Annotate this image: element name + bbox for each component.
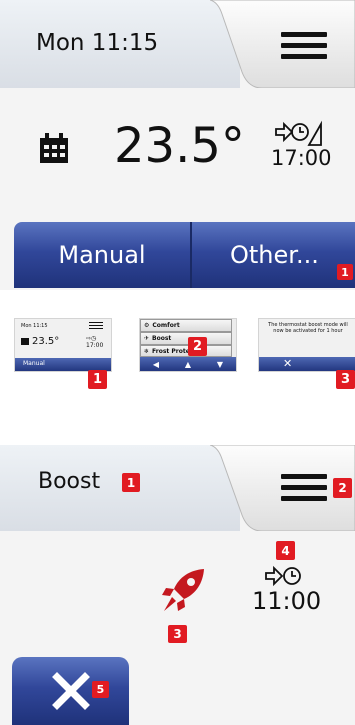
thumb-boost-label: Boost [152, 335, 172, 342]
thumb-left-arrow-icon: ◀ [152, 359, 160, 369]
thumb-cancel-icon: ✕ [283, 357, 293, 370]
rocket-icon [162, 569, 204, 611]
next-schedule-icon [275, 120, 322, 146]
time-badge: 4 [276, 541, 295, 560]
boost-title-badge: 1 [122, 473, 140, 492]
thumb-badge-2: 2 [188, 337, 207, 356]
thumb-datetime: Mon 11:15 [21, 323, 48, 329]
cancel-badge: 5 [92, 681, 109, 698]
thumb-boost-icon: ✈ [144, 335, 150, 342]
thumb-manual-label: Manual [23, 360, 45, 367]
manual-button[interactable]: Manual [14, 222, 190, 288]
current-temperature: 23.5° [114, 118, 245, 174]
step-badge: 1 [337, 264, 353, 280]
boost-screen: Boost 1 2 3 4 11:00 5 [0, 445, 355, 725]
boost-header-bar [0, 445, 240, 531]
thumb-confirm-bar [259, 357, 355, 371]
close-icon [51, 672, 90, 710]
thumb-nav-bar: ◀ ▲ ▼ [140, 357, 236, 371]
menu-icon[interactable] [281, 32, 327, 65]
calendar-icon [40, 133, 68, 163]
thumb-menu-item-boost: ✈ Boost [140, 332, 232, 345]
thumb-up-arrow-icon: ▲ [184, 359, 192, 369]
menu-badge: 2 [333, 478, 352, 498]
thumb-schedule-icon: ⇨◷ 17:00 [86, 335, 104, 349]
other-button[interactable]: Other... [192, 222, 355, 288]
rocket-badge: 3 [168, 625, 187, 643]
thumb-badge-3: 3 [336, 370, 355, 389]
thumb-comfort-icon: ⚙ [144, 322, 150, 329]
boost-end-time-icon [265, 565, 301, 587]
thumbnail-boost-confirm: The thermostat boost mode will now be ac… [258, 318, 355, 372]
boost-title: Boost [38, 469, 101, 494]
date-time-label: Mon 11:15 [36, 30, 159, 56]
next-schedule-time: 17:00 [271, 146, 332, 170]
thumb-calendar-icon [21, 338, 29, 345]
thumb-menu-icon [89, 322, 103, 329]
thumb-frost-icon: ❄ [144, 347, 150, 355]
thumb-down-arrow-icon: ▼ [216, 359, 224, 369]
boost-menu-icon[interactable] [281, 474, 327, 507]
main-screen: Mon 11:15 23.5° 17:00 Manual Other... 1 [0, 0, 355, 290]
thumb-badge-1: 1 [88, 370, 107, 389]
thumbnail-main-screen: Mon 11:15 23.5° ⇨◷ 17:00 Manual [14, 318, 112, 372]
thumb-confirm-message: The thermostat boost mode will now be ac… [268, 322, 348, 334]
other-button-label: Other... [230, 241, 319, 269]
thumb-temperature: 23.5° [32, 336, 60, 347]
cancel-button[interactable] [12, 657, 129, 725]
thumb-comfort-label: Comfort [152, 322, 180, 329]
thumb-menu-item-comfort: ⚙ Comfort [140, 319, 232, 332]
thumb-menu-item-frost: ❄ Frost Protect [140, 345, 232, 357]
boost-end-time: 11:00 [252, 587, 322, 615]
